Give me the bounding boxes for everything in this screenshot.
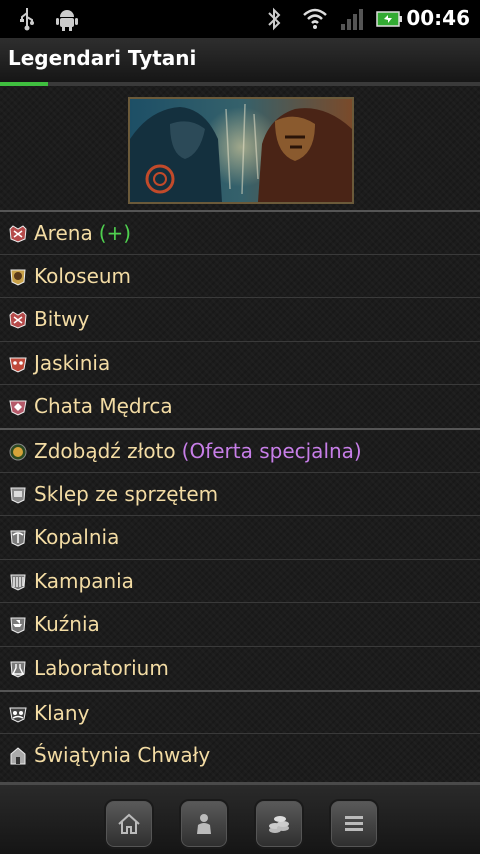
app-title-bar: Legendari Tytani <box>0 38 480 82</box>
usb-icon <box>20 8 34 31</box>
status-bar: 00:46 <box>0 0 480 38</box>
game-banner-image[interactable] <box>128 97 354 204</box>
main-content: Arena (+) Koloseum Bitwy Jaskinia Chata … <box>0 86 480 782</box>
arena-new-badge: (+) <box>98 221 132 245</box>
main-menu: Arena (+) Koloseum Bitwy Jaskinia Chata … <box>0 210 480 777</box>
colosseum-icon <box>10 269 26 286</box>
arena-icon <box>9 225 27 243</box>
menu-item-label: Jaskinia <box>34 350 111 375</box>
menu-item-label: Chata Mędrca <box>34 394 173 419</box>
menu-item-laboratory[interactable]: Laboratorium <box>0 645 480 690</box>
bottom-navigation-bar <box>0 782 480 854</box>
campaign-icon <box>10 574 26 591</box>
banner-artwork <box>130 99 352 202</box>
cave-icon <box>9 357 27 373</box>
menu-item-arena[interactable]: Arena (+) <box>0 210 480 254</box>
character-icon <box>197 814 211 834</box>
menu-item-label: Arena (+) <box>34 221 132 245</box>
menu-item-label: Kampania <box>34 568 134 593</box>
android-debug-icon <box>56 10 78 31</box>
signal-icon <box>341 9 363 30</box>
menu-item-equipment-shop[interactable]: Sklep ze sprzętem <box>0 471 480 516</box>
battles-icon <box>9 311 27 329</box>
coins-icon <box>269 816 289 833</box>
menu-list-icon <box>345 816 363 831</box>
menu-list-button[interactable] <box>329 799 379 849</box>
clock: 00:46 <box>406 6 470 30</box>
forge-icon <box>10 617 26 634</box>
character-button[interactable] <box>179 799 229 849</box>
app-title: Legendari Tytani <box>8 46 197 70</box>
menu-item-sage-hut[interactable]: Chata Mędrca <box>0 384 480 428</box>
bluetooth-icon <box>268 7 281 31</box>
menu-item-label: Klany <box>34 700 90 725</box>
clans-icon <box>9 707 27 723</box>
menu-item-mine[interactable]: Kopalnia <box>0 515 480 559</box>
menu-item-label: Kopalnia <box>34 525 120 550</box>
menu-item-label: Świątynia Chwały <box>34 743 211 768</box>
menu-item-label: Bitwy <box>34 307 90 332</box>
special-offer-label: (Oferta specjalna) <box>181 438 362 463</box>
home-button[interactable] <box>104 799 154 849</box>
coins-button[interactable] <box>254 799 304 849</box>
menu-item-label: Kuźnia <box>34 612 100 637</box>
menu-item-label: Sklep ze sprzętem <box>34 481 219 506</box>
menu-item-cave[interactable]: Jaskinia <box>0 340 480 385</box>
menu-item-clans[interactable]: Klany <box>0 689 480 734</box>
menu-item-get-gold[interactable]: Zdobądź złoto (Oferta specjalna) <box>0 427 480 472</box>
temple-icon <box>10 747 26 765</box>
mine-icon <box>10 530 26 547</box>
shop-icon <box>10 487 26 504</box>
menu-item-campaign[interactable]: Kampania <box>0 558 480 603</box>
gold-icon <box>9 443 27 461</box>
menu-item-colosseum[interactable]: Koloseum <box>0 253 480 298</box>
menu-item-battles[interactable]: Bitwy <box>0 297 480 341</box>
menu-item-label: Zdobądź złoto (Oferta specjalna) <box>34 438 362 463</box>
menu-item-label: Laboratorium <box>34 655 169 680</box>
home-icon <box>118 813 140 834</box>
battery-icon <box>376 11 402 27</box>
sage-hut-icon <box>9 400 27 416</box>
laboratory-icon <box>10 661 26 678</box>
menu-item-temple-of-glory[interactable]: Świątynia Chwały <box>0 733 480 777</box>
menu-item-label: Koloseum <box>34 263 132 288</box>
wifi-icon <box>303 8 327 29</box>
menu-item-forge[interactable]: Kuźnia <box>0 602 480 646</box>
